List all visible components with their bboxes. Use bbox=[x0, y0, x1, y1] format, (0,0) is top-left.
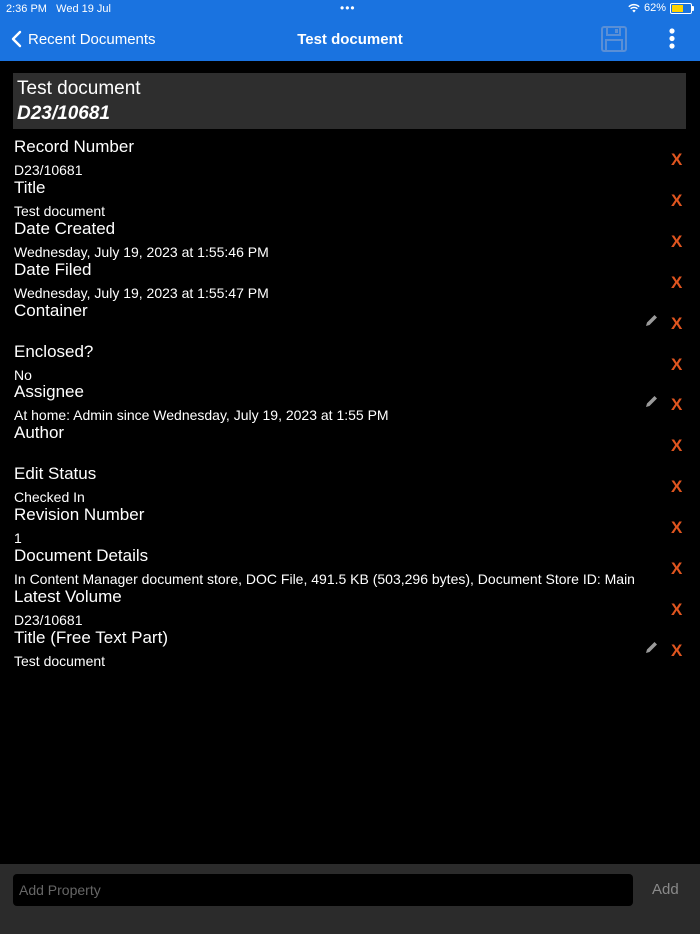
delete-property-button[interactable]: X bbox=[671, 273, 682, 293]
property-label: Date Created bbox=[14, 218, 116, 238]
property-label: Date Filed bbox=[14, 259, 92, 279]
property-label: Record Number bbox=[14, 137, 134, 156]
property-label: Revision Number bbox=[14, 505, 145, 525]
property-row: Author X bbox=[0, 423, 700, 467]
status-time: 2:36 PM Wed 19 Jul bbox=[6, 3, 111, 15]
property-value: Wednesday, July 19, 2023 at 1:55:47 PM bbox=[14, 284, 269, 301]
property-row: Enclosed? No X bbox=[0, 342, 700, 386]
property-label: Latest Volume bbox=[14, 586, 122, 606]
property-row: Document Details In Content Manager docum… bbox=[0, 546, 700, 590]
edit-pencil-icon[interactable] bbox=[644, 313, 659, 328]
property-label: Document Details bbox=[14, 546, 149, 565]
record-number: D23/10681 bbox=[17, 103, 110, 124]
property-row: Date Filed Wednesday, July 19, 2023 at 1:… bbox=[0, 260, 700, 304]
add-property-bar: Add bbox=[0, 864, 700, 934]
delete-property-button[interactable]: X bbox=[671, 518, 682, 538]
property-value: D23/10681 bbox=[14, 611, 83, 628]
property-row: Container X bbox=[0, 301, 700, 345]
property-value: D23/10681 bbox=[14, 162, 83, 178]
wifi-icon bbox=[628, 3, 640, 13]
delete-property-button[interactable]: X bbox=[671, 191, 682, 211]
property-value: 1 bbox=[14, 530, 22, 547]
edit-pencil-icon[interactable] bbox=[644, 394, 659, 409]
back-label: Recent Documents bbox=[28, 30, 156, 48]
property-row: Revision Number 1 X bbox=[0, 505, 700, 549]
status-indicators: 62% bbox=[628, 2, 694, 14]
multitasking-dots[interactable]: ••• bbox=[340, 1, 356, 15]
property-label: Edit Status bbox=[14, 464, 97, 484]
add-button[interactable]: Add bbox=[652, 881, 679, 898]
property-row: Title Test document X bbox=[0, 178, 700, 222]
delete-property-button[interactable]: X bbox=[671, 436, 682, 456]
property-row: Latest Volume D23/10681 X bbox=[0, 587, 700, 631]
property-value: Test document bbox=[14, 202, 106, 219]
property-row: Date Created Wednesday, July 19, 2023 at … bbox=[0, 219, 700, 263]
delete-property-button[interactable]: X bbox=[671, 150, 682, 170]
delete-property-button[interactable]: X bbox=[671, 559, 682, 579]
property-label: Title bbox=[14, 177, 46, 197]
save-icon[interactable] bbox=[600, 26, 628, 52]
property-row: Record Number D23/10681 X bbox=[0, 137, 700, 181]
delete-property-button[interactable]: X bbox=[671, 600, 682, 620]
property-value: Wednesday, July 19, 2023 at 1:55:46 PM bbox=[14, 243, 269, 260]
property-value: Test document bbox=[14, 652, 106, 669]
delete-property-button[interactable]: X bbox=[671, 641, 682, 661]
delete-property-button[interactable]: X bbox=[671, 477, 682, 497]
property-label: Container bbox=[14, 300, 88, 320]
record-title: Test document bbox=[17, 78, 141, 99]
back-button[interactable]: Recent Documents bbox=[10, 30, 156, 48]
property-label: Enclosed? bbox=[14, 341, 94, 361]
battery-icon bbox=[670, 2, 694, 14]
property-row: Title (Free Text Part) Test document X bbox=[0, 628, 700, 672]
status-bar: 2:36 PM Wed 19 Jul ••• 62% bbox=[0, 0, 700, 20]
delete-property-button[interactable]: X bbox=[671, 232, 682, 252]
edit-pencil-icon[interactable] bbox=[644, 640, 659, 655]
battery-percent: 62% bbox=[643, 2, 666, 14]
property-label: Author bbox=[14, 423, 65, 443]
property-value: Checked In bbox=[14, 489, 85, 506]
property-value: In Content Manager document store, DOC F… bbox=[14, 571, 635, 587]
navigation-bar: 2:36 PM Wed 19 Jul ••• 62% Recent Docume… bbox=[0, 0, 700, 61]
property-label: Assignee bbox=[14, 382, 84, 402]
property-label: Title (Free Text Part) bbox=[14, 627, 168, 647]
delete-property-button[interactable]: X bbox=[671, 355, 682, 375]
add-property-input[interactable] bbox=[13, 874, 633, 906]
property-value: At home: Admin since Wednesday, July 19,… bbox=[14, 407, 389, 424]
delete-property-button[interactable]: X bbox=[671, 314, 682, 334]
chevron-left-icon bbox=[11, 30, 22, 48]
delete-property-button[interactable]: X bbox=[671, 395, 682, 415]
property-row: Edit Status Checked In X bbox=[0, 464, 700, 508]
property-value: No bbox=[14, 366, 32, 383]
record-header: Test document D23/10681 bbox=[13, 73, 686, 129]
property-row: Assignee At home: Admin since Wednesday, … bbox=[0, 382, 700, 426]
more-options-icon[interactable] bbox=[664, 26, 680, 52]
